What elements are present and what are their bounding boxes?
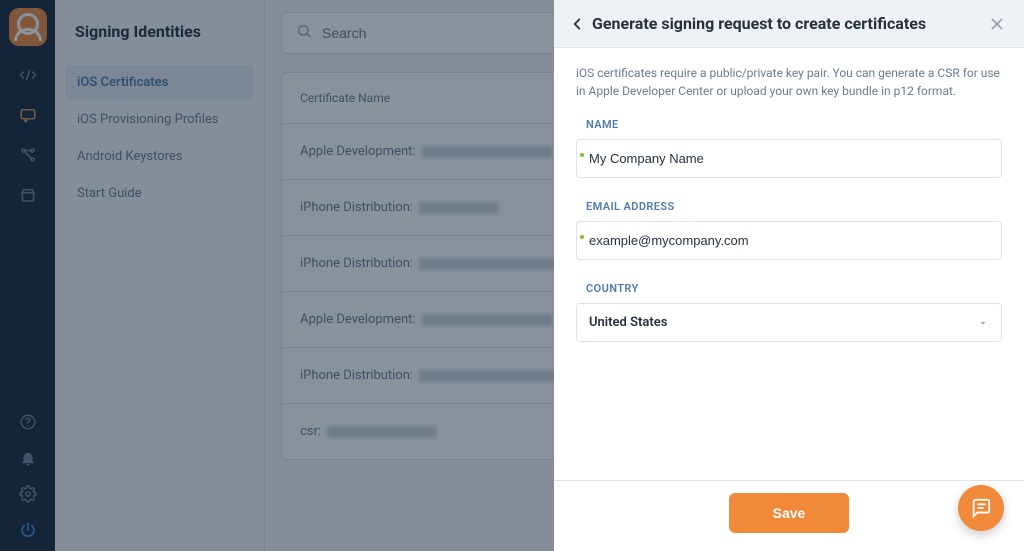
drawer-description: iOS certificates require a public/privat… — [576, 64, 1002, 100]
drawer-body: iOS certificates require a public/privat… — [554, 48, 1024, 480]
required-indicator — [580, 153, 584, 157]
country-label: COUNTRY — [576, 282, 1002, 295]
name-label: NAME — [576, 118, 1002, 131]
drawer-header: Generate signing request to create certi… — [554, 0, 1024, 48]
country-select[interactable]: United States — [576, 303, 1002, 342]
email-input[interactable] — [576, 221, 1002, 260]
drawer-footer: Save — [554, 480, 1024, 551]
country-value: United States — [589, 315, 667, 330]
name-input[interactable] — [576, 139, 1002, 178]
csr-drawer: Generate signing request to create certi… — [554, 0, 1024, 551]
save-button[interactable]: Save — [729, 493, 850, 533]
chat-button[interactable] — [958, 485, 1004, 531]
drawer-title: Generate signing request to create certi… — [588, 14, 986, 33]
required-indicator — [580, 235, 584, 239]
close-button[interactable] — [986, 15, 1008, 33]
back-button[interactable] — [566, 15, 588, 33]
email-label: EMAIL ADDRESS — [576, 200, 1002, 213]
chevron-down-icon — [977, 317, 989, 329]
